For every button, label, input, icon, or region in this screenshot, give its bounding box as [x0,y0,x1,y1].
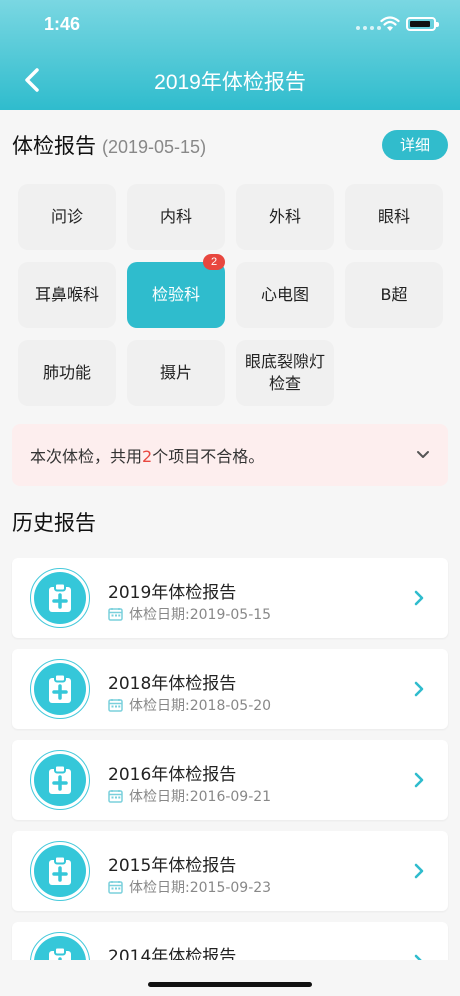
history-date-text: 体检日期:2018-05-20 [129,698,272,714]
history-date-text: 体检日期:2016-09-21 [129,789,272,805]
dept-erbihouke[interactable]: 耳鼻喉科 [18,262,116,328]
count-badge: 2 [203,254,225,270]
dept-xindiantu[interactable]: 心电图 [236,262,334,328]
history-item[interactable]: 2018年体检报告 体检日期:2018-05-20 [12,649,448,729]
home-bar-area [0,960,460,996]
page-title: 2019年体检报告 [154,71,306,94]
report-icon [30,659,90,719]
history-item[interactable]: 2019年体检报告 体检日期:2019-05-15 [12,558,448,638]
report-title: 体检报告 [12,134,96,158]
dept-label: 检验科 [151,285,200,304]
chevron-down-icon [417,451,429,458]
history-date: 体检日期:2019-05-15 [108,604,271,624]
dept-neike[interactable]: 内科 [127,184,225,250]
chevron-right-icon [414,681,424,697]
report-icon [30,841,90,901]
signal-icon [356,26,381,30]
header: 1:46 2019年体检报告 [0,0,460,110]
report-heading: 体检报告 (2019-05-15) 详细 [12,130,448,162]
dept-bchao[interactable]: B超 [345,262,443,328]
calendar-icon [108,790,123,803]
notice-prefix: 本次体检，共用 [30,447,143,466]
wifi-icon [380,16,400,31]
dept-shepian[interactable]: 摄片 [127,340,225,406]
history-title: 历史报告 [12,511,96,535]
history-date: 体检日期:2016-09-21 [108,786,271,806]
battery-icon [406,17,439,31]
dept-wenzhen[interactable]: 问诊 [18,184,116,250]
dept-yanke[interactable]: 眼科 [345,184,443,250]
history-date-text: 体检日期:2019-05-15 [129,607,272,623]
history-title-text: 2019年体检报告 [108,583,237,603]
calendar-icon [108,608,123,621]
calendar-icon [108,699,123,712]
report-date: (2019-05-15) [102,137,207,157]
status-time: 1:46 [44,14,81,34]
notice-text: 本次体检，共用2个项目不合格。 [30,443,264,467]
chevron-right-icon [414,772,424,788]
report-icon [30,750,90,810]
report-icon [30,568,90,628]
history-date: 体检日期:2015-09-23 [108,877,271,897]
dept-yandi[interactable]: 眼底裂隙灯 检查 [236,340,334,406]
history-title-text: 2015年体检报告 [108,856,237,876]
status-bar: 1:46 [0,0,460,50]
dept-waike[interactable]: 外科 [236,184,334,250]
chevron-right-icon [414,590,424,606]
history-item[interactable]: 2015年体检报告 体检日期:2015-09-23 [12,831,448,911]
notice-suffix: 个项目不合格。 [152,447,265,466]
home-indicator[interactable] [148,982,312,987]
detail-button[interactable]: 详细 [382,130,448,160]
history-title-text: 2016年体检报告 [108,765,237,785]
history-item[interactable]: 2016年体检报告 体检日期:2016-09-21 [12,740,448,820]
chevron-right-icon [414,863,424,879]
dept-feigongneng[interactable]: 肺功能 [18,340,116,406]
failure-notice[interactable]: 本次体检，共用2个项目不合格。 [12,424,448,486]
notice-count: 2 [142,447,153,466]
dept-jianyanke[interactable]: 检验科 2 [127,254,225,328]
history-date-text: 体检日期:2015-09-23 [129,880,272,896]
history-date: 体检日期:2018-05-20 [108,695,271,715]
calendar-icon [108,881,123,894]
history-title-text: 2018年体检报告 [108,674,237,694]
